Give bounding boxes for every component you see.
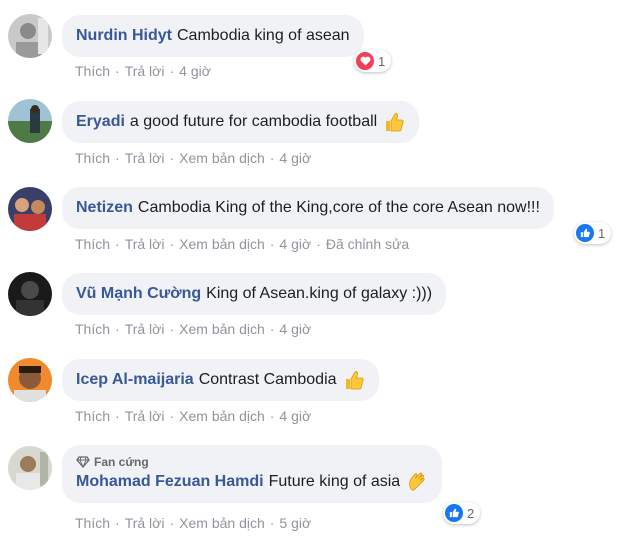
comment-bubble: Nurdin Hidyt Cambodia king of asean xyxy=(62,15,364,57)
like-link[interactable]: Thích xyxy=(75,236,110,252)
timestamp[interactable]: 5 giờ xyxy=(279,515,311,531)
reaction-summary[interactable]: 2 xyxy=(443,502,481,524)
badge-label: Fan cứng xyxy=(94,455,149,469)
like-link[interactable]: Thích xyxy=(75,515,110,531)
timestamp[interactable]: 4 giờ xyxy=(179,63,211,79)
diamond-icon xyxy=(76,456,90,468)
comment-text: King of Asean.king of galaxy :))) xyxy=(206,285,433,302)
comment-text: Cambodia king of asean xyxy=(177,27,350,44)
comment-bubble: Eryadi a good future for cambodia footba… xyxy=(62,101,420,143)
translate-link[interactable]: Xem bản dịch xyxy=(179,236,265,252)
timestamp[interactable]: 4 giờ xyxy=(279,150,311,166)
like-icon xyxy=(445,504,463,522)
comment-actions: Thích · Trả lời · Xem bản dịch · 5 giờ xyxy=(75,515,312,531)
comment-bubble: Vũ Mạnh Cường King of Asean.king of gala… xyxy=(62,273,447,315)
translate-link[interactable]: Xem bản dịch xyxy=(179,321,265,337)
translate-link[interactable]: Xem bản dịch xyxy=(179,150,265,166)
reaction-summary[interactable]: 1 xyxy=(574,222,612,244)
reaction-summary[interactable]: 1 xyxy=(354,50,392,72)
comment-bubble: Netizen Cambodia King of the King,core o… xyxy=(62,187,554,229)
comment-actions: Thích · Trả lời · Xem bản dịch · 4 giờ xyxy=(75,408,312,424)
heart-icon xyxy=(356,52,374,70)
comment-actions: Thích · Trả lời · Xem bản dịch · 4 giờ · Đã chỉn… xyxy=(75,236,410,252)
avatar[interactable] xyxy=(8,358,52,402)
commenter-name[interactable]: Icep Al-maijaria xyxy=(76,371,194,389)
reply-link[interactable]: Trả lời xyxy=(125,408,165,424)
comment-actions: Thích · Trả lời · Xem bản dịch · 4 giờ xyxy=(75,321,312,337)
comment-text: Future king of asia xyxy=(268,473,401,490)
reply-link[interactable]: Trả lời xyxy=(125,63,165,79)
commenter-name[interactable]: Eryadi xyxy=(76,113,125,131)
commenter-name[interactable]: Nurdin Hidyt xyxy=(76,27,172,45)
fan-badge: Fan cứng xyxy=(76,455,149,469)
comment-bubble: Fan cứng Mohamad Fezuan Hamdi Future kin… xyxy=(62,445,443,503)
timestamp[interactable]: 4 giờ xyxy=(279,236,311,252)
avatar[interactable] xyxy=(8,99,52,143)
timestamp[interactable]: 4 giờ xyxy=(279,321,311,337)
reaction-count: 1 xyxy=(598,225,606,241)
commenter-name[interactable]: Netizen xyxy=(76,199,133,217)
reaction-count: 2 xyxy=(467,505,475,521)
comment-text: Contrast Cambodia xyxy=(198,371,337,388)
comment-actions: Thích · Trả lời · 4 giờ xyxy=(75,63,211,79)
timestamp[interactable]: 4 giờ xyxy=(279,408,311,424)
comment-text: a good future for cambodia football xyxy=(129,113,378,130)
like-link[interactable]: Thích xyxy=(75,321,110,337)
reaction-count: 1 xyxy=(378,53,386,69)
reply-link[interactable]: Trả lời xyxy=(125,515,165,531)
like-link[interactable]: Thích xyxy=(75,150,110,166)
edited-label[interactable]: Đã chỉnh sửa xyxy=(326,236,409,252)
avatar[interactable] xyxy=(8,272,52,316)
like-icon xyxy=(576,224,594,242)
thumbs-up-icon xyxy=(383,111,405,133)
translate-link[interactable]: Xem bản dịch xyxy=(179,408,265,424)
comment-bubble: Icep Al-maijaria Contrast Cambodia xyxy=(62,359,379,401)
reply-link[interactable]: Trả lời xyxy=(125,150,165,166)
avatar[interactable] xyxy=(8,187,52,231)
comment-actions: Thích · Trả lời · Xem bản dịch · 4 giờ xyxy=(75,150,312,166)
thumbs-up-icon xyxy=(343,369,365,391)
clap-icon xyxy=(406,471,428,493)
like-link[interactable]: Thích xyxy=(75,63,110,79)
reply-link[interactable]: Trả lời xyxy=(125,236,165,252)
avatar[interactable] xyxy=(8,14,52,58)
comment-text: Cambodia King of the King,core of the co… xyxy=(137,199,540,216)
avatar[interactable] xyxy=(8,446,52,490)
like-link[interactable]: Thích xyxy=(75,408,110,424)
translate-link[interactable]: Xem bản dịch xyxy=(179,515,265,531)
commenter-name[interactable]: Mohamad Fezuan Hamdi xyxy=(76,473,264,491)
reply-link[interactable]: Trả lời xyxy=(125,321,165,337)
commenter-name[interactable]: Vũ Mạnh Cường xyxy=(76,285,201,303)
